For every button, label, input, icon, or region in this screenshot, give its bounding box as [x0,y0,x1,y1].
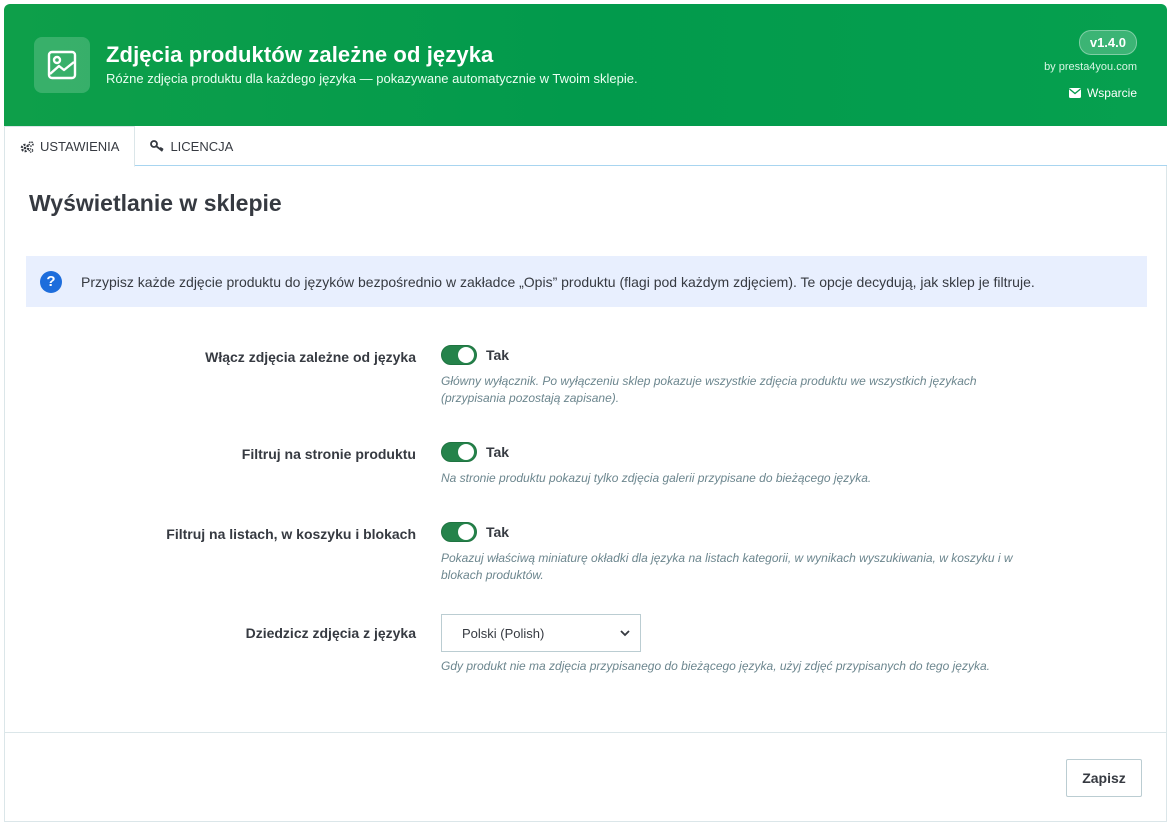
setting-label: Filtruj na listach, w koszyku i blokach [166,526,416,542]
inherit-language-select[interactable]: Polski (Polish) [441,614,641,652]
tab-bar: USTAWIENIA LICENCJA [4,126,1167,167]
setting-label: Włącz zdjęcia zależne od języka [205,349,416,365]
module-header: Zdjęcia produktów zależne od języka Różn… [4,4,1167,126]
tab-settings-label: USTAWIENIA [40,139,120,154]
setting-help: Główny wyłącznik. Po wyłączeniu sklep po… [441,374,977,405]
setting-help: Na stronie produktu pokazuj tylko zdjęci… [441,471,872,485]
module-subtitle: Różne zdjęcia produktu dla każdego język… [106,71,638,86]
lists-toggle[interactable] [441,522,477,542]
product-page-toggle[interactable] [441,442,477,462]
chevron-down-icon [620,629,630,636]
author-text: by presta4you.com [1044,61,1137,73]
envelope-icon [1068,88,1081,98]
gears-icon [20,140,34,153]
image-icon [34,37,90,93]
key-icon [150,140,165,152]
settings-panel: Wyświetlanie w sklepie ? Przypisz każde … [4,166,1167,822]
setting-label: Filtruj na stronie produktu [241,446,416,462]
info-text: Przypisz każde zdjęcie produktu do język… [81,273,1035,290]
save-button[interactable]: Zapisz [1066,759,1142,797]
setting-help: Gdy produkt nie ma zdjęcia przypisanego … [441,659,990,673]
tab-license-label: LICENCJA [170,138,234,154]
panel-footer-divider [5,732,1166,733]
info-alert: ? Przypisz każde zdjęcie produktu do jęz… [26,256,1147,307]
toggle-state-label: Tak [486,347,510,363]
setting-help: Pokazuj właściwą miniaturę okładki dla j… [441,551,1013,582]
toggle-state-label: Tak [486,524,510,540]
tab-license[interactable]: LICENCJA [135,126,248,166]
toggle-state-label: Tak [486,444,510,460]
version-badge: v1.4.0 [1078,30,1137,55]
tab-settings[interactable]: USTAWIENIA [4,126,136,167]
support-link[interactable]: Wsparcie [1068,86,1137,100]
setting-label: Dziedzicz zdjęcia z języka [245,625,416,641]
select-value: Polski (Polish) [462,625,545,641]
question-icon: ? [40,270,62,293]
panel-title: Wyświetlanie w sklepie [29,190,282,216]
support-label: Wsparcie [1086,86,1137,100]
module-title: Zdjęcia produktów zależne od języka [106,42,494,67]
enable-toggle[interactable] [441,345,477,365]
